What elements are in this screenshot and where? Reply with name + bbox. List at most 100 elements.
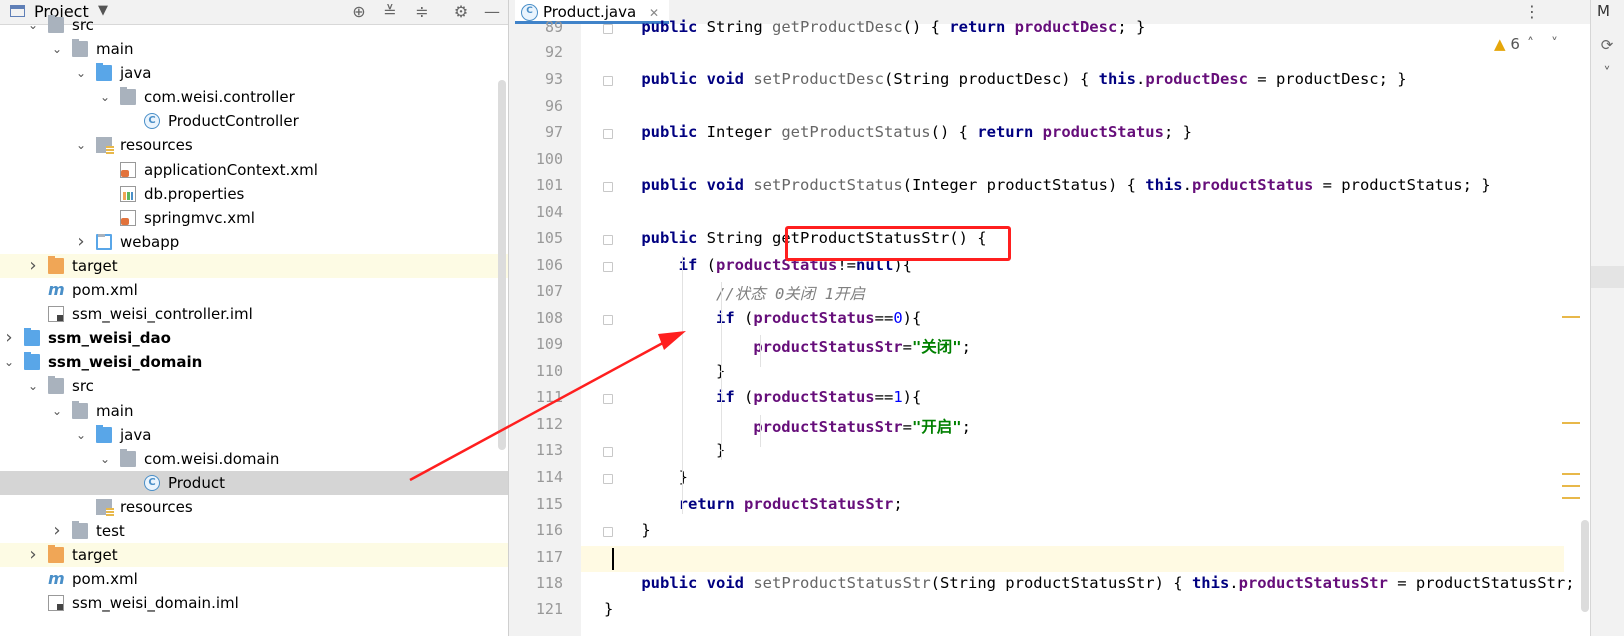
chevron-right-icon[interactable]: › <box>74 230 88 254</box>
tree-node[interactable]: ⌄ src <box>0 13 526 37</box>
chevron-down-icon[interactable]: ⌄ <box>26 13 40 37</box>
chevron-down-icon[interactable]: ⌄ <box>50 37 64 61</box>
code-line[interactable]: public Integer getProductStatus() { retu… <box>604 123 1192 141</box>
chevron-down-icon[interactable]: ⌄ <box>2 350 16 374</box>
chevron-down-icon[interactable]: ⌄ <box>74 133 88 157</box>
error-stripe-mark[interactable] <box>1562 497 1580 499</box>
fold-marker-icon[interactable] <box>603 394 613 404</box>
error-stripe-mark[interactable] <box>1562 316 1580 318</box>
code-editor[interactable] <box>581 24 1583 636</box>
line-number[interactable]: 108 <box>509 309 563 327</box>
fold-marker-icon[interactable] <box>603 76 613 86</box>
tree-node[interactable]: ⌄ main <box>0 399 526 423</box>
line-number[interactable]: 121 <box>509 600 563 618</box>
fold-marker-icon[interactable] <box>603 474 613 484</box>
editor-scrollbar[interactable] <box>1581 520 1589 612</box>
code-line[interactable]: return productStatusStr; <box>604 495 903 513</box>
chevron-right-icon[interactable]: › <box>50 519 64 543</box>
line-number[interactable]: 116 <box>509 521 563 539</box>
tree-node[interactable]: m pom.xml <box>0 278 526 302</box>
code-line[interactable]: public String getProductDesc() { return … <box>604 18 1145 36</box>
project-scrollbar[interactable] <box>498 80 506 450</box>
code-line[interactable]: productStatusStr="开启"; <box>604 415 971 437</box>
fold-marker-icon[interactable] <box>603 235 613 245</box>
tree-node[interactable]: › target <box>0 253 526 278</box>
fold-marker-icon[interactable] <box>603 527 613 537</box>
line-number[interactable]: 101 <box>509 176 563 194</box>
line-number[interactable]: 89 <box>509 18 563 36</box>
chevron-down-icon[interactable]: ⌄ <box>26 374 40 398</box>
code-line[interactable]: } <box>604 468 688 486</box>
maven-tool-label[interactable]: M <box>1597 2 1610 20</box>
error-stripe-mark[interactable] <box>1562 422 1580 424</box>
editor-gutter[interactable] <box>509 24 581 636</box>
code-line[interactable]: public void setProductStatusStr(String p… <box>604 574 1593 592</box>
tree-node[interactable]: ⌄ java <box>0 423 526 447</box>
code-line[interactable]: if (productStatus==1){ <box>604 388 921 406</box>
code-line[interactable]: //状态 0关闭 1开启 <box>604 282 865 304</box>
tree-node[interactable]: resources <box>0 495 526 519</box>
tree-node[interactable]: › webapp <box>0 230 526 254</box>
line-number[interactable]: 117 <box>509 548 563 566</box>
line-number[interactable]: 105 <box>509 229 563 247</box>
line-number[interactable]: 109 <box>509 335 563 353</box>
tree-node[interactable]: › ssm_weisi_dao <box>0 326 526 350</box>
tree-node[interactable]: C Product <box>0 470 526 495</box>
line-number[interactable]: 107 <box>509 282 563 300</box>
code-line[interactable]: public void setProductDesc(String produc… <box>604 70 1406 88</box>
tree-node[interactable]: › test <box>0 519 526 543</box>
line-number[interactable]: 100 <box>509 150 563 168</box>
line-number[interactable]: 112 <box>509 415 563 433</box>
chevron-down-icon[interactable]: ⌄ <box>98 447 112 471</box>
tree-node[interactable]: ⌄ main <box>0 37 526 61</box>
code-line[interactable]: if (productStatus==0){ <box>604 309 921 327</box>
tree-node[interactable]: ⌄ src <box>0 374 526 398</box>
line-number[interactable]: 111 <box>509 388 563 406</box>
tree-node[interactable]: ⌄ com.weisi.controller <box>0 85 526 109</box>
tree-node[interactable]: › target <box>0 543 526 568</box>
tree-node[interactable]: ⌄ resources <box>0 133 526 157</box>
chevron-down-icon[interactable]: ˅ <box>1597 64 1617 82</box>
next-highlight-icon[interactable]: ˅ <box>1551 36 1558 52</box>
tree-node[interactable]: db.properties <box>0 182 526 206</box>
chevron-right-icon[interactable]: › <box>26 254 40 278</box>
code-line[interactable]: productStatusStr="关闭"; <box>604 335 971 357</box>
more-options-icon[interactable]: ⋮ <box>1524 2 1540 21</box>
tree-node[interactable]: ssm_weisi_controller.iml <box>0 302 526 326</box>
tree-node[interactable]: m pom.xml <box>0 567 526 591</box>
tree-node[interactable]: ssm_weisi_domain.iml <box>0 591 526 615</box>
chevron-down-icon[interactable]: ⌄ <box>50 399 64 423</box>
fold-marker-icon[interactable] <box>603 129 613 139</box>
chevron-right-icon[interactable]: › <box>26 543 40 567</box>
line-number[interactable]: 97 <box>509 123 563 141</box>
fold-marker-icon[interactable] <box>603 24 613 34</box>
tree-node[interactable]: applicationContext.xml <box>0 158 526 182</box>
tree-node[interactable]: ⌄ java <box>0 61 526 85</box>
previous-highlight-icon[interactable]: ˄ <box>1527 36 1534 52</box>
chevron-down-icon[interactable]: ⌄ <box>98 85 112 109</box>
fold-marker-icon[interactable] <box>603 262 613 272</box>
line-number[interactable]: 92 <box>509 43 563 61</box>
chevron-down-icon[interactable]: ⌄ <box>74 423 88 447</box>
line-number[interactable]: 115 <box>509 495 563 513</box>
line-number[interactable]: 104 <box>509 203 563 221</box>
error-stripe-mark[interactable] <box>1562 485 1580 487</box>
code-line[interactable]: } <box>604 441 725 459</box>
fold-marker-icon[interactable] <box>603 315 613 325</box>
line-number[interactable]: 113 <box>509 441 563 459</box>
code-line[interactable]: public void setProductStatus(Integer pro… <box>604 176 1490 194</box>
code-line[interactable]: } <box>604 362 725 380</box>
line-number[interactable]: 106 <box>509 256 563 274</box>
line-number[interactable]: 110 <box>509 362 563 380</box>
code-line[interactable]: } <box>604 600 613 618</box>
line-number[interactable]: 114 <box>509 468 563 486</box>
line-number[interactable]: 96 <box>509 97 563 115</box>
refresh-icon[interactable]: ⟳ <box>1597 36 1617 54</box>
chevron-down-icon[interactable]: ⌄ <box>74 61 88 85</box>
tree-node[interactable]: ⌄ com.weisi.domain <box>0 447 526 471</box>
line-number[interactable]: 93 <box>509 70 563 88</box>
fold-marker-icon[interactable] <box>603 447 613 457</box>
inspection-widget[interactable]: ▲ 6 <box>1494 35 1520 53</box>
tree-node[interactable]: ⌄ ssm_weisi_domain <box>0 350 526 374</box>
tree-node[interactable]: springmvc.xml <box>0 206 526 230</box>
